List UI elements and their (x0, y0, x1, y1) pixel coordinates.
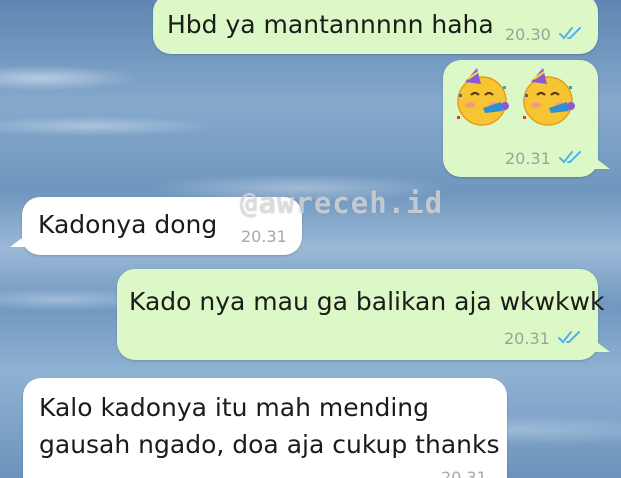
incoming-message-bubble[interactable]: Kadonya dong 20.31 (10, 197, 302, 255)
incoming-message-bubble[interactable]: Kalo kadonya itu mah mending gausah ngad… (23, 378, 507, 478)
message-timestamp: 20.31 (505, 149, 551, 168)
message-timestamp: 20.31 (504, 329, 550, 348)
message-timestamp: 20.30 (505, 25, 551, 44)
double-tick-read-icon (558, 331, 580, 344)
message-text-line: gausah ngado, doa aja cukup thanks (39, 430, 500, 459)
outgoing-message-bubble[interactable]: Kado nya mau ga balikan aja wkwkwk 20.31 (117, 269, 610, 360)
message-text: Hbd ya mantannnnn haha (167, 10, 494, 39)
bubble-tail (10, 235, 26, 247)
bubble-tail (594, 157, 610, 169)
outgoing-emoji-bubble[interactable]: 20.31 (443, 60, 610, 177)
bubble-tail (594, 340, 610, 352)
outgoing-message-bubble[interactable]: Hbd ya mantannnnn haha 20.30 (153, 0, 598, 54)
double-tick-read-icon (559, 27, 581, 40)
message-timestamp: 20.31 (441, 468, 487, 478)
partying-face-emoji-icon (523, 68, 575, 126)
partying-face-emoji-icon (457, 68, 509, 126)
message-text: Kado nya mau ga balikan aja wkwkwk (129, 287, 605, 316)
message-text-line: Kalo kadonya itu mah mending (39, 393, 430, 422)
message-timestamp: 20.31 (241, 227, 287, 246)
double-tick-read-icon (559, 151, 581, 164)
message-text: Kadonya dong (38, 210, 218, 239)
